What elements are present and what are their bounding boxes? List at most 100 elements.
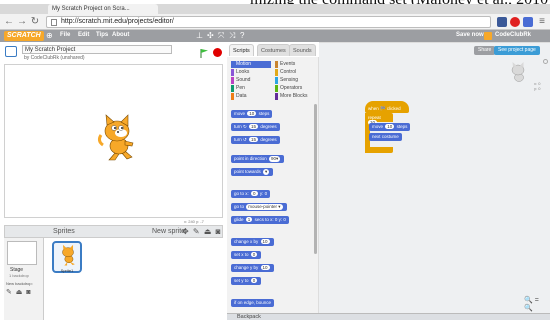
block-input[interactable]: 10 bbox=[260, 265, 270, 270]
cat-sprite[interactable] bbox=[95, 113, 139, 161]
new-backdrop-label: New backdrop: bbox=[6, 281, 33, 286]
motion-block[interactable]: if on edge, bounce bbox=[231, 299, 275, 307]
grow-icon[interactable]: ⤧ bbox=[218, 31, 224, 41]
category-swatch bbox=[275, 93, 278, 100]
motion-block[interactable]: turn ↻ 15 degrees bbox=[231, 123, 280, 131]
menu-edit[interactable]: Edit bbox=[78, 32, 89, 38]
stage[interactable] bbox=[4, 64, 223, 218]
green-flag-icon[interactable] bbox=[199, 48, 209, 58]
category-label: More Blocks bbox=[280, 93, 308, 99]
tab-costumes[interactable]: Costumes bbox=[257, 44, 290, 56]
sprite-position: x: 0 y: 0 bbox=[534, 81, 540, 91]
block-label: degrees bbox=[260, 137, 277, 142]
see-project-page-button[interactable]: See project page bbox=[494, 46, 540, 55]
motion-block[interactable]: next costume bbox=[369, 133, 402, 141]
block-label: change x by bbox=[234, 239, 259, 244]
motion-block[interactable]: glide 1 secs to x: 0 y: 0 bbox=[231, 216, 289, 224]
sprite-name: Sprite1 bbox=[60, 268, 74, 273]
menu-file[interactable]: File bbox=[60, 32, 70, 38]
motion-block[interactable]: turn ↺ 15 degrees bbox=[231, 136, 280, 144]
motion-block[interactable]: move 10 steps bbox=[231, 110, 273, 118]
sprites-header: Sprites New sprite: ✥ ✎ ⏏ ◙ bbox=[4, 225, 223, 238]
scratch-logo[interactable]: SCRATCH bbox=[4, 31, 44, 41]
motion-block[interactable]: point in direction 90▾ bbox=[231, 155, 285, 163]
forward-icon[interactable]: → bbox=[17, 16, 27, 27]
new-sprite-tools[interactable]: ✥ ✎ ⏏ ◙ bbox=[182, 227, 221, 236]
menu-icon[interactable]: ≡ bbox=[537, 16, 547, 27]
motion-block[interactable]: change x by 10 bbox=[231, 238, 274, 246]
tab-scripts[interactable]: Scripts bbox=[229, 44, 254, 56]
category-more-blocks[interactable]: More Blocks bbox=[275, 93, 315, 100]
scripts-area[interactable]: Share See project page x: 0 y: 0 when 🏁 … bbox=[319, 42, 550, 313]
extension-icon[interactable] bbox=[497, 17, 507, 27]
user-avatar[interactable] bbox=[484, 32, 492, 40]
share-button[interactable]: Share bbox=[474, 46, 496, 55]
extension-icon[interactable] bbox=[523, 17, 533, 27]
zoom-controls[interactable]: 🔍=🔍 bbox=[524, 296, 550, 312]
motion-block[interactable]: go to mouse-pointer ▾ bbox=[231, 203, 287, 211]
block-input[interactable]: 15 bbox=[249, 124, 259, 129]
block-input[interactable]: 10 bbox=[385, 124, 395, 129]
sprite-thumbnail[interactable]: Sprite1 bbox=[52, 241, 82, 273]
presentation-mode-icon[interactable] bbox=[5, 46, 17, 57]
backpack[interactable]: Backpack bbox=[227, 313, 550, 320]
block-input[interactable]: 0 bbox=[250, 278, 258, 283]
block-input[interactable]: 15 bbox=[249, 137, 259, 142]
palette-scrollbar[interactable] bbox=[314, 104, 317, 254]
delete-icon[interactable]: ✣ bbox=[207, 31, 214, 41]
when-flag-clicked-block[interactable]: when 🏁 clicked bbox=[365, 101, 409, 113]
zoom-out-icon[interactable]: 🔍 bbox=[524, 297, 535, 304]
help-icon[interactable]: ? bbox=[240, 31, 244, 41]
info-icon[interactable] bbox=[543, 59, 548, 64]
category-events[interactable]: Events bbox=[275, 61, 315, 68]
reload-icon[interactable]: ↻ bbox=[30, 16, 40, 27]
motion-block[interactable]: move 10 steps bbox=[369, 123, 411, 131]
block-input[interactable]: ▾ bbox=[263, 169, 270, 175]
category-motion[interactable]: Motion bbox=[231, 61, 271, 68]
block-input[interactable]: 1 bbox=[245, 217, 253, 222]
category-sensing[interactable]: Sensing bbox=[275, 77, 315, 84]
back-icon[interactable]: ← bbox=[4, 16, 14, 27]
extension-icon[interactable] bbox=[510, 17, 520, 27]
motion-block[interactable]: point towards ▾ bbox=[231, 168, 274, 176]
globe-icon[interactable]: ⊕ bbox=[46, 31, 53, 41]
stage-thumbnail[interactable] bbox=[7, 241, 37, 265]
stage-header: My Scratch Project by CodeClubRk (unshar… bbox=[0, 42, 227, 64]
block-input[interactable]: mouse-pointer ▾ bbox=[246, 204, 283, 210]
category-data[interactable]: Data bbox=[231, 93, 271, 100]
category-operators[interactable]: Operators bbox=[275, 85, 315, 92]
new-backdrop-tools[interactable]: ✎ ⏏ ◙ bbox=[6, 288, 32, 296]
stop-icon[interactable] bbox=[213, 48, 222, 57]
category-looks[interactable]: Looks bbox=[231, 69, 271, 76]
block-label: move bbox=[234, 111, 246, 116]
block-label: change y by bbox=[234, 265, 259, 270]
block-input[interactable]: 10 bbox=[260, 239, 270, 244]
url-bar[interactable]: http://scratch.mit.edu/projects/editor/ bbox=[46, 16, 491, 28]
block-input[interactable]: 90▾ bbox=[269, 156, 281, 162]
project-title-input[interactable]: My Scratch Project bbox=[22, 45, 172, 54]
block-palette: Motion Events Looks Control Sound Sensing Pen O… bbox=[227, 57, 319, 313]
browser-tab[interactable]: My Scratch Project on Scra... bbox=[48, 4, 158, 14]
block-label: go to bbox=[234, 204, 245, 209]
duplicate-icon[interactable]: ⊥ bbox=[196, 31, 203, 41]
block-label: steps bbox=[396, 124, 408, 129]
category-pen[interactable]: Pen bbox=[231, 85, 271, 92]
block-input[interactable]: 0 bbox=[251, 191, 258, 196]
menu-tips[interactable]: Tips bbox=[96, 32, 108, 38]
motion-block[interactable]: set x to 0 bbox=[231, 251, 262, 259]
menu-about[interactable]: About bbox=[112, 32, 129, 38]
motion-block[interactable]: change y by 10 bbox=[231, 264, 274, 272]
save-now-link[interactable]: Save now bbox=[456, 32, 484, 38]
zoom-reset-icon[interactable]: = bbox=[535, 297, 541, 304]
motion-block[interactable]: set y to 0 bbox=[231, 277, 262, 285]
zoom-in-icon[interactable]: 🔍 bbox=[524, 305, 535, 312]
block-input[interactable]: 10 bbox=[247, 111, 257, 116]
motion-block[interactable]: go to x: 0 y: 0 bbox=[231, 190, 271, 198]
user-name[interactable]: CodeClubRk bbox=[495, 32, 531, 38]
sprites-title: Sprites bbox=[53, 228, 75, 235]
tab-sounds[interactable]: Sounds bbox=[289, 44, 316, 56]
block-input[interactable]: 0 bbox=[250, 252, 258, 257]
category-control[interactable]: Control bbox=[275, 69, 315, 76]
category-sound[interactable]: Sound bbox=[231, 77, 271, 84]
shrink-icon[interactable]: ⤨ bbox=[229, 31, 235, 41]
